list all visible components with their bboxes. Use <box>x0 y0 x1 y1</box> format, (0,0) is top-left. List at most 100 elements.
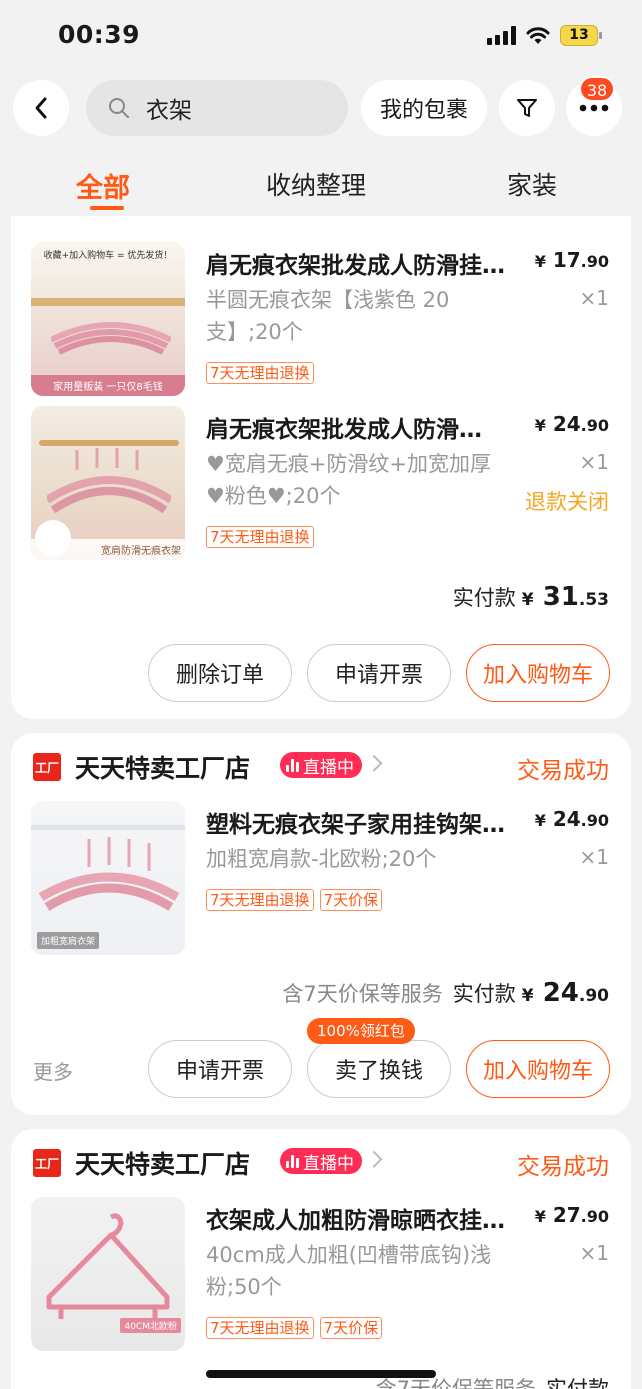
live-label: 直播中 <box>303 1153 354 1174</box>
store-header[interactable]: 工厂 天天特卖工厂店 直播中 交易成功 <box>11 733 631 799</box>
store-header[interactable]: 工厂 天天特卖工厂店 直播中 交易成功 <box>11 1129 631 1195</box>
add-to-cart-button[interactable]: 加入购物车 <box>466 644 610 702</box>
service-tags: 7天无理由退换 7天价保 <box>206 889 383 911</box>
item-quantity: ×1 <box>579 450 609 474</box>
order-status: 交易成功 <box>517 758 609 784</box>
refund-status: 退款关闭 <box>525 490 609 514</box>
my-parcels-button[interactable]: 我的包裹 <box>361 80 487 136</box>
tab-all[interactable]: 全部 <box>76 166 130 205</box>
home-indicator <box>206 1370 436 1378</box>
red-packet-badge: 100%领红包 <box>307 1018 415 1044</box>
more-dots-icon <box>579 104 609 112</box>
service-tag: 7天价保 <box>319 1317 383 1339</box>
pay-label: 实付款 <box>452 586 516 610</box>
category-tabs: 全部 收纳整理 家装 <box>0 150 642 216</box>
search-icon <box>109 98 129 118</box>
product-thumbnail[interactable]: 40CM北欧粉 <box>31 1197 185 1351</box>
live-bars-icon <box>286 758 299 772</box>
service-tag: 7天无理由退换 <box>206 526 314 548</box>
thumb-caption: 家用量贩装 一只仅8毛钱 <box>31 375 185 396</box>
item-quantity: ×1 <box>579 845 609 869</box>
live-bars-icon <box>286 1154 299 1168</box>
delete-order-button[interactable]: 删除订单 <box>148 644 292 702</box>
service-tag: 7天无理由退换 <box>206 362 314 384</box>
order-item[interactable]: 宽肩防滑无痕衣架 肩无痕衣架批发成人防滑… ¥ 24.90 ♥宽肩无痕+防滑纹+… <box>11 406 631 562</box>
item-spec: 半圆无痕衣架【浅紫色 20 支】;20个 <box>206 288 450 344</box>
store-name[interactable]: 天天特卖工厂店 <box>75 749 250 785</box>
item-title[interactable]: 肩无痕衣架批发成人防滑挂… <box>206 246 528 280</box>
chevron-right-icon <box>365 1150 383 1168</box>
resell-button[interactable]: 卖了换钱 <box>307 1040 451 1098</box>
item-spec: 加粗宽肩款-北欧粉;20个 <box>206 847 437 871</box>
chevron-left-icon <box>35 97 47 119</box>
item-price: ¥ 17.90 <box>534 248 609 272</box>
thumb-caption: 加粗宽肩衣架 <box>37 932 100 949</box>
filter-button[interactable] <box>499 80 555 136</box>
cellular-signal-icon <box>487 26 516 45</box>
service-tag: 7天无理由退换 <box>206 889 314 911</box>
item-quantity: ×1 <box>579 1241 609 1265</box>
hanger-image <box>47 448 171 514</box>
service-tags: 7天无理由退换 <box>206 362 314 384</box>
live-badge[interactable]: 直播中 <box>280 1148 362 1174</box>
request-invoice-button[interactable]: 申请开票 <box>307 644 451 702</box>
wifi-icon <box>526 27 550 44</box>
service-tags: 7天无理由退换 7天价保 <box>206 1317 383 1339</box>
item-price: ¥ 24.90 <box>534 412 609 436</box>
order-card: 收藏+加入购物车 = 优先发货！ 家用量贩装 一只仅8毛钱 肩无痕衣架批发成人防… <box>11 216 631 719</box>
thumb-top-text: 收藏+加入购物车 = 优先发货！ <box>43 251 173 261</box>
status-time: 00:39 <box>58 20 141 49</box>
filter-icon <box>517 99 537 117</box>
item-title[interactable]: 肩无痕衣架批发成人防滑… <box>206 410 528 444</box>
payment-total: 实付款 ¥ 31.53 <box>453 582 609 612</box>
hanger-image <box>39 837 179 911</box>
order-card: 工厂 天天特卖工厂店 直播中 交易成功 加粗宽肩衣架 塑料无痕衣架子家用挂钩架…… <box>11 733 631 1115</box>
pay-label: 实付款 <box>452 982 516 1006</box>
order-actions: 删除订单 申请开票 加入购物车 <box>11 644 631 702</box>
hanger-image <box>46 1213 170 1319</box>
order-item[interactable]: 加粗宽肩衣架 塑料无痕衣架子家用挂钩架… ¥ 24.90 加粗宽肩款-北欧粉;2… <box>11 801 631 957</box>
back-button[interactable] <box>13 80 69 136</box>
product-thumbnail[interactable]: 收藏+加入购物车 = 优先发货！ 家用量贩装 一只仅8毛钱 <box>31 242 185 396</box>
order-actions: 更多 申请开票 100%领红包 卖了换钱 加入购物车 <box>11 1018 631 1098</box>
battery-icon: 13 <box>560 25 602 46</box>
order-item[interactable]: 收藏+加入购物车 = 优先发货！ 家用量贩装 一只仅8毛钱 肩无痕衣架批发成人防… <box>11 242 631 398</box>
pay-amount: ¥ 24.90 <box>521 978 609 1008</box>
tab-active-indicator <box>90 206 124 210</box>
request-invoice-button[interactable]: 申请开票 <box>148 1040 292 1098</box>
hanger-image <box>51 322 171 355</box>
status-bar: 00:39 13 <box>0 0 642 70</box>
item-title[interactable]: 塑料无痕衣架子家用挂钩架… <box>206 805 528 839</box>
chevron-right-icon <box>365 754 383 772</box>
product-thumbnail[interactable]: 宽肩防滑无痕衣架 <box>31 406 185 560</box>
more-link[interactable]: 更多 <box>33 1056 73 1085</box>
add-to-cart-button[interactable]: 加入购物车 <box>466 1040 610 1098</box>
search-query: 衣架 <box>146 98 192 124</box>
search-input[interactable]: 衣架 <box>86 80 348 136</box>
live-label: 直播中 <box>303 757 354 778</box>
pay-amount: ¥ 31.53 <box>521 582 609 612</box>
store-icon: 工厂 <box>33 1149 61 1177</box>
product-thumbnail[interactable]: 加粗宽肩衣架 <box>31 801 185 955</box>
item-price: ¥ 24.90 <box>534 807 609 831</box>
store-name[interactable]: 天天特卖工厂店 <box>75 1145 250 1181</box>
thumb-caption: 40CM北欧粉 <box>120 1318 181 1333</box>
order-card: 工厂 天天特卖工厂店 直播中 交易成功 40CM北欧粉 衣架成人加粗防滑晾晒衣挂… <box>11 1129 631 1389</box>
payment-total: 含7天价保等服务 实付款 ¥ 24.90 <box>282 978 609 1008</box>
order-item[interactable]: 40CM北欧粉 衣架成人加粗防滑晾晒衣挂… ¥ 27.90 40cm成人加粗(凹… <box>11 1197 631 1353</box>
tab-home-decor[interactable]: 家装 <box>507 166 557 202</box>
tab-storage[interactable]: 收纳整理 <box>266 166 366 202</box>
item-spec: ♥宽肩无痕+防滑纹+加宽加厚♥粉色♥;20个 <box>206 452 492 508</box>
order-status: 交易成功 <box>517 1154 609 1180</box>
item-price: ¥ 27.90 <box>534 1203 609 1227</box>
item-title[interactable]: 衣架成人加粗防滑晾晒衣挂… <box>206 1201 528 1235</box>
live-badge[interactable]: 直播中 <box>280 752 362 778</box>
store-icon: 工厂 <box>33 753 61 781</box>
pay-services: 含7天价保等服务 <box>282 982 443 1006</box>
item-spec: 40cm成人加粗(凹槽带底钩)浅粉;50个 <box>206 1243 492 1299</box>
service-tag: 7天价保 <box>319 889 383 911</box>
nav-bar: 衣架 我的包裹 38 <box>0 76 642 140</box>
thumb-caption: 宽肩防滑无痕衣架 <box>31 539 185 560</box>
item-quantity: ×1 <box>579 286 609 310</box>
service-tag: 7天无理由退换 <box>206 1317 314 1339</box>
